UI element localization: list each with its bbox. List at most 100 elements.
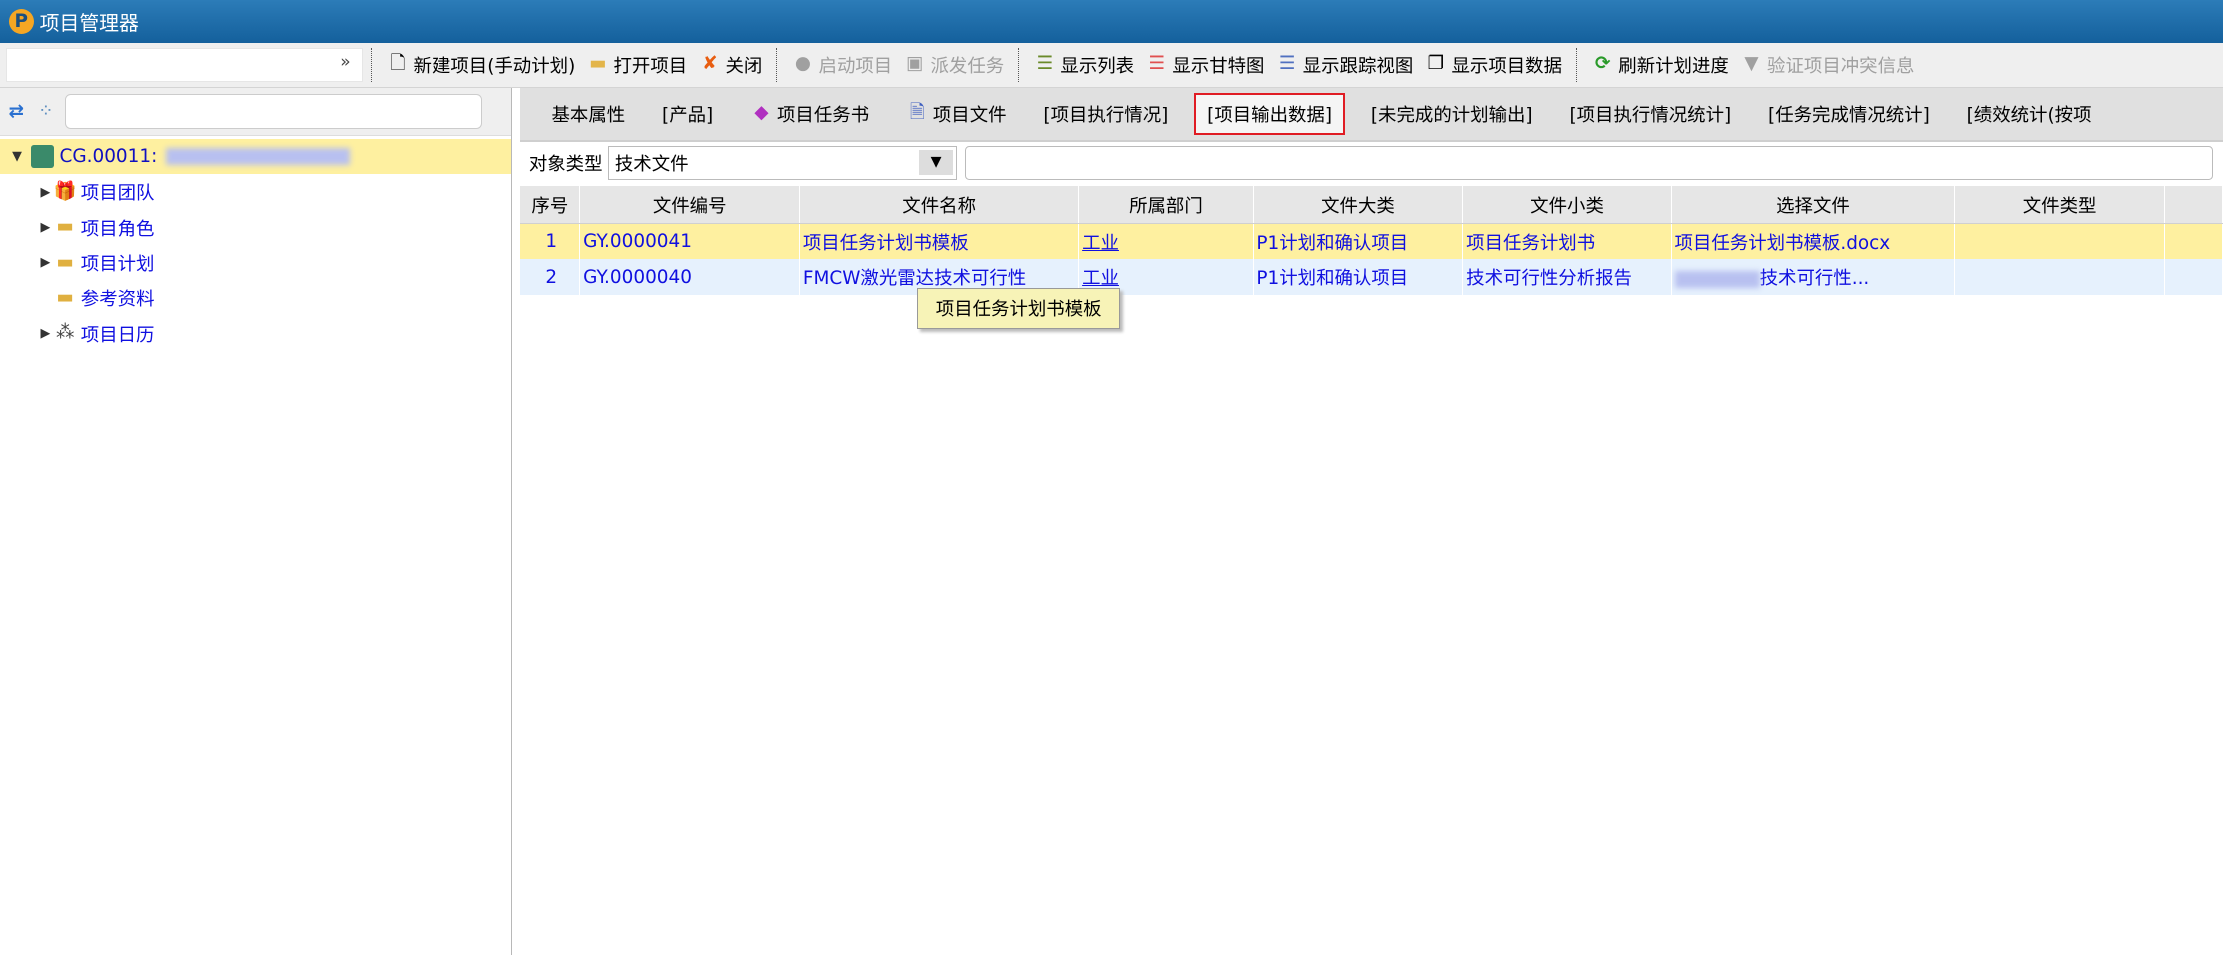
open-project-button[interactable]: ▬ 打开项目 [581, 52, 693, 78]
dispatch-icon: ▣ [906, 53, 924, 75]
show-gantt-button[interactable]: ☰ 显示甘特图 [1140, 52, 1270, 78]
tree-item-plan[interactable]: ▶ ▬ 项目计划 [0, 245, 511, 280]
tree-item-roles[interactable]: ▶ ▬ 项目角色 [0, 210, 511, 245]
file-name: 技术可行性... [1759, 268, 1870, 290]
cell: 项目任务计划书模板 [799, 223, 1080, 260]
filter-row: 对象类型 技术文件 ▼ [520, 142, 2223, 185]
new-doc-icon: 🗋 [390, 53, 406, 75]
file-link[interactable]: 技术可行性... [1671, 259, 1956, 295]
folder-icon: ▬ [56, 287, 74, 309]
refresh-progress-button[interactable]: ⟳ 刷新计划进度 [1586, 52, 1735, 78]
label: 显示跟踪视图 [1302, 55, 1414, 77]
table-row[interactable]: 1 GY.0000041 项目任务计划书模板 工业 P1计划和确认项目 项目任务… [520, 223, 2223, 260]
column-header[interactable]: 所属部门 [1078, 185, 1254, 225]
separator [1018, 47, 1020, 82]
tooltip: 项目任务计划书模板 [917, 287, 1121, 329]
list-icon: ☰ [1036, 53, 1054, 75]
label: 启动项目 [818, 55, 893, 77]
cell: GY.0000041 [579, 223, 801, 260]
tab-execution[interactable]: [项目执行情况] [1032, 93, 1180, 136]
refresh-icon: ⟳ [1594, 53, 1611, 75]
gantt-icon: ☰ [1148, 53, 1166, 75]
department-link[interactable]: 工业 [1078, 223, 1254, 260]
expand-arrow-icon[interactable]: ▶ [37, 220, 54, 235]
file-link[interactable]: 项目任务计划书模板.docx [1671, 223, 1956, 260]
object-type-value: 技术文件 [614, 154, 689, 176]
tab-label: 项目任务书 [777, 104, 870, 126]
refresh-icon[interactable]: ⇄ [9, 101, 24, 122]
tab-task-stats[interactable]: [任务完成情况统计] [1757, 93, 1941, 136]
detail-panel: 基本属性 [产品] ◆ 项目任务书 🗎 项目文件 [项目执行情况] [项目输出数据]… [520, 87, 2223, 955]
tree-item-root[interactable]: ▼ CG.00011: [0, 138, 511, 175]
cell: P1计划和确认项目 [1253, 259, 1464, 295]
cell: GY.0000040 [579, 259, 801, 295]
output-data-table: 序号 文件编号 文件名称 所属部门 文件大类 文件小类 选择文件 文件类型 1 … [520, 185, 2223, 295]
start-project-button[interactable]: ● 启动项目 [786, 52, 898, 78]
label: 新建项目(手动计划) [413, 55, 576, 77]
tree-item-label: 项目角色 [80, 218, 155, 240]
book-icon: ◆ [754, 102, 769, 124]
cell [2164, 223, 2223, 260]
filter-input[interactable] [965, 146, 2214, 181]
tab-basic[interactable]: 基本属性 [540, 93, 636, 136]
column-header[interactable]: 文件编号 [579, 185, 801, 225]
cell: 技术可行性分析报告 [1462, 259, 1672, 295]
project-icon [31, 145, 54, 168]
tree-structure-icon[interactable]: ⁘ [38, 101, 53, 122]
tab-output-data[interactable]: [项目输出数据] [1193, 92, 1346, 136]
tab-task-book[interactable]: ◆ 项目任务书 [739, 93, 881, 136]
verify-conflict-button[interactable]: ▼ 验证项目冲突信息 [1734, 52, 1920, 78]
column-header[interactable]: 文件类型 [1954, 185, 2165, 225]
column-header[interactable]: 文件名称 [799, 185, 1080, 225]
tab-execution-stats[interactable]: [项目执行情况统计] [1558, 93, 1742, 136]
expand-arrow-icon[interactable]: ▶ [37, 185, 54, 200]
data-icon: ❐ [1427, 53, 1445, 75]
folder-open-icon: ▬ [589, 53, 607, 75]
expand-arrow-icon[interactable]: ▼ [9, 149, 26, 164]
close-button[interactable]: ✘ 关闭 [693, 52, 768, 78]
tab-unfinished-output[interactable]: [未完成的计划输出] [1360, 93, 1544, 136]
tree-item-team[interactable]: ▶ 🎁 项目团队 [0, 174, 511, 209]
tab-label: 项目文件 [932, 104, 1007, 126]
dispatch-task-button[interactable]: ▣ 派发任务 [898, 52, 1010, 78]
tree-item-label: 项目团队 [80, 183, 155, 205]
team-icon: 🎁 [53, 180, 77, 202]
expand-arrow-icon[interactable]: ▶ [37, 255, 54, 270]
show-list-button[interactable]: ☰ 显示列表 [1028, 52, 1140, 78]
object-type-select[interactable]: 技术文件 ▼ [608, 146, 957, 181]
tab-project-files[interactable]: 🗎 项目文件 [895, 93, 1018, 136]
show-tracking-button[interactable]: ☰ 显示跟踪视图 [1270, 52, 1419, 78]
column-header[interactable]: 选择文件 [1671, 185, 1956, 225]
tab-bar: 基本属性 [产品] ◆ 项目任务书 🗎 项目文件 [项目执行情况] [项目输出数据]… [520, 87, 2223, 142]
project-tree-panel: ⇄ ⁘ ▼ CG.00011: ▶ 🎁 项目团队 ▶ ▬ 项目角色 ▶ ▬ 项目计划 ▬ 参考… [0, 87, 512, 955]
toolbar: » 🗋 新建项目(手动计划) ▬ 打开项目 ✘ 关闭 ● 启动项目 ▣ 派发任务 ☰ 显示列… [0, 42, 2223, 88]
label: 显示项目数据 [1451, 55, 1563, 77]
column-header[interactable]: 文件小类 [1462, 185, 1672, 225]
table-row[interactable]: 2 GY.0000040 FMCW激光雷达技术可行性 工业 P1计划和确认项目 … [520, 259, 2223, 295]
project-combo[interactable]: » [5, 47, 363, 82]
label: 刷新计划进度 [1618, 55, 1729, 77]
tree-item-reference[interactable]: ▬ 参考资料 [0, 281, 511, 316]
tree-item-label: CG.00011: [59, 146, 158, 168]
tab-performance-stats[interactable]: [绩效统计(按项 [1955, 93, 2103, 136]
column-header[interactable]: 文件大类 [1253, 185, 1464, 225]
expand-arrow-icon[interactable]: ▶ [37, 326, 54, 341]
tree-item-calendar[interactable]: ▶ ⁂ 项目日历 [0, 316, 511, 351]
tree-search-input[interactable] [64, 94, 482, 129]
redacted-text [165, 148, 351, 166]
title-bar: P 项目管理器 [0, 0, 2223, 43]
window-title: 项目管理器 [39, 11, 139, 35]
app-logo-icon: P [8, 8, 35, 35]
close-icon: ✘ [702, 53, 718, 75]
verify-icon: ▼ [1744, 53, 1759, 75]
cell: P1计划和确认项目 [1253, 223, 1464, 260]
dropdown-arrow-icon[interactable]: ▼ [919, 149, 954, 176]
new-project-button[interactable]: 🗋 新建项目(手动计划) [381, 52, 581, 78]
cell [1954, 223, 2165, 260]
show-data-button[interactable]: ❐ 显示项目数据 [1419, 52, 1568, 78]
tab-product[interactable]: [产品] [651, 93, 725, 136]
tree-item-label: 参考资料 [80, 289, 155, 311]
folder-icon: ▬ [56, 251, 74, 273]
label: 显示甘特图 [1172, 55, 1265, 77]
column-header[interactable]: 序号 [520, 185, 581, 225]
